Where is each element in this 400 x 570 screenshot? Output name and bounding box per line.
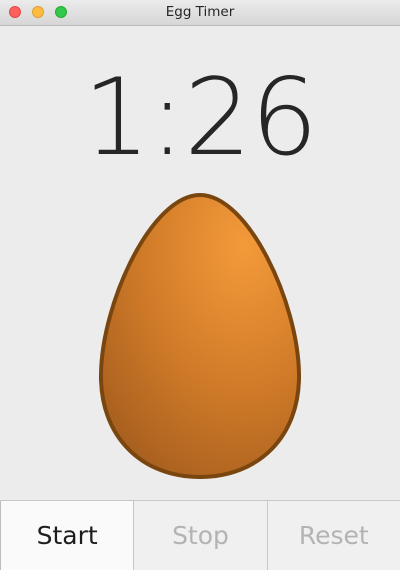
window-title: Egg Timer <box>165 4 235 20</box>
app-window: Egg Timer 1:26 Start Stop Reset <box>0 0 400 570</box>
egg-shape <box>98 192 302 480</box>
time-remaining-display: 1:26 <box>82 56 318 179</box>
stop-button[interactable]: Stop <box>134 501 268 570</box>
controls-bar: Start Stop Reset <box>0 500 400 570</box>
egg-icon <box>98 192 302 480</box>
reset-button[interactable]: Reset <box>267 501 400 570</box>
title-bar[interactable]: Egg Timer <box>0 0 400 26</box>
start-button[interactable]: Start <box>0 501 135 570</box>
